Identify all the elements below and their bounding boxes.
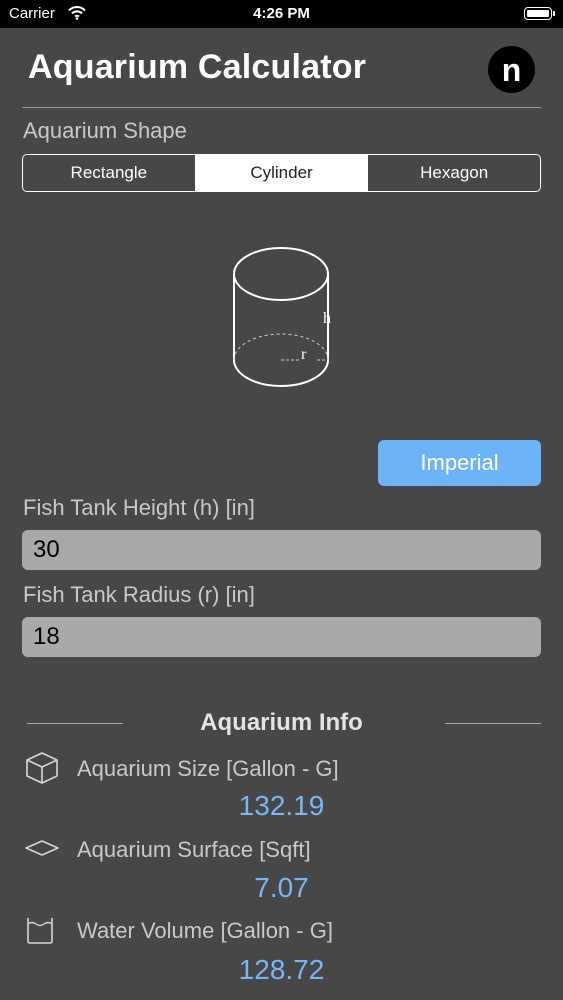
cylinder-diagram: h r [224, 238, 344, 403]
height-field-label: Fish Tank Height (h) [in] [23, 495, 255, 520]
radius-input[interactable]: 18 [22, 617, 541, 657]
page-title: Aquarium Calculator [28, 48, 367, 86]
app-logo[interactable]: n [488, 46, 535, 93]
height-label: h [323, 310, 331, 327]
segment-hexagon[interactable]: Hexagon [368, 155, 540, 191]
aquarium-surface-label: Aquarium Surface [Sqft] [77, 837, 311, 862]
water-tank-icon [24, 915, 56, 950]
cube-icon [24, 751, 60, 790]
segment-rectangle[interactable]: Rectangle [23, 155, 196, 191]
radius-label: r [301, 346, 307, 363]
status-bar: Carrier 4:26 PM [0, 0, 563, 28]
water-volume-value: 128.72 [238, 954, 325, 985]
height-input[interactable]: 30 [22, 530, 541, 570]
surface-icon [24, 838, 60, 863]
shape-segmented-control: Rectangle Cylinder Hexagon [22, 154, 541, 192]
water-volume-label: Water Volume [Gallon - G] [77, 918, 333, 943]
aquarium-size-value: 132.19 [238, 790, 325, 821]
header-divider [22, 107, 541, 108]
unit-toggle-button[interactable]: Imperial [378, 440, 541, 486]
aquarium-surface-value: 7.07 [254, 872, 309, 903]
radius-field-label: Fish Tank Radius (r) [in] [23, 582, 255, 607]
info-section-title: Aquarium Info [200, 709, 363, 736]
aquarium-size-label: Aquarium Size [Gallon - G] [77, 756, 339, 781]
segment-cylinder[interactable]: Cylinder [195, 155, 369, 191]
shape-section-label: Aquarium Shape [23, 118, 187, 143]
battery-icon [524, 7, 555, 20]
status-time: 4:26 PM [253, 5, 310, 22]
